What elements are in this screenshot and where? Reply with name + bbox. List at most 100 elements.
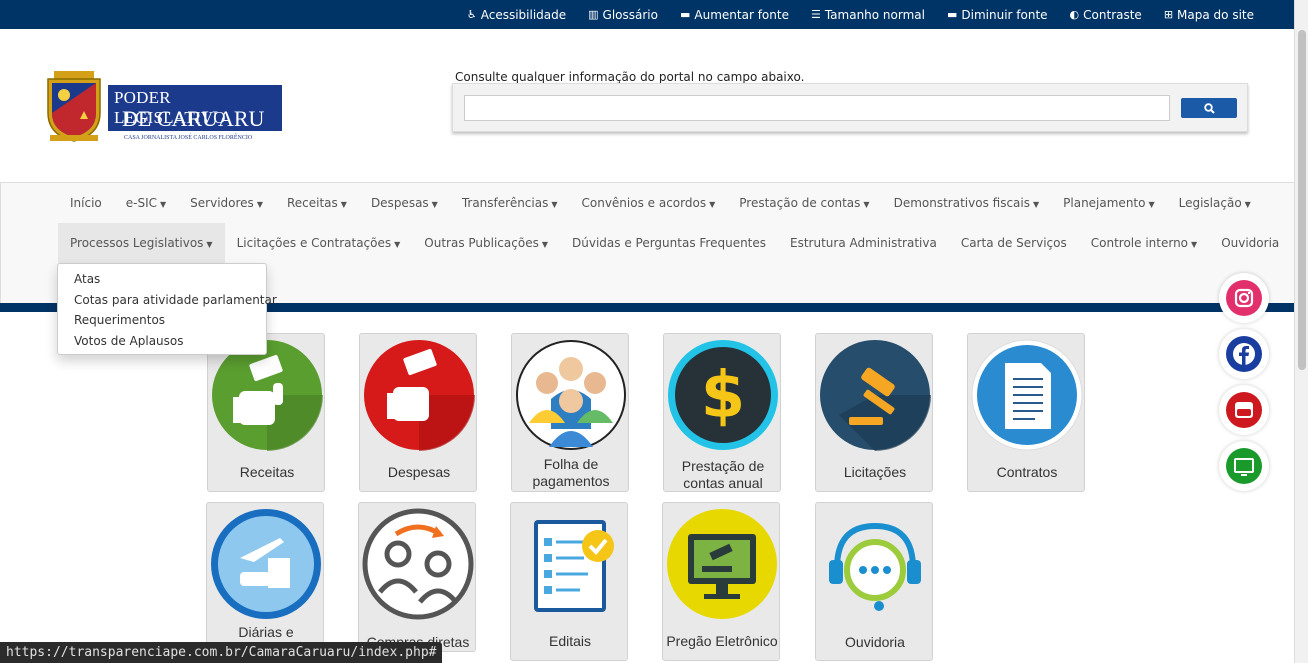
nav-item-transferencias[interactable]: Transferências ▼ (450, 183, 570, 223)
nav-item-label: Legislação (1178, 196, 1242, 210)
nav-item-legislacao[interactable]: Legislação ▼ (1167, 183, 1263, 223)
nav-item-label: Transferências (461, 196, 549, 210)
nav-item-inicio[interactable]: Início (58, 183, 114, 223)
card-label-diarias: Diárias e (238, 624, 294, 640)
nav-item-label: Receitas (286, 196, 338, 210)
facebook-button[interactable] (1219, 329, 1269, 379)
card-receitas[interactable]: Receitas (207, 333, 325, 492)
youtube-glyph (1235, 402, 1253, 418)
nav-item-duvidas-e-perguntas-frequentes[interactable]: Dúvidas e Perguntas Frequentes (560, 223, 778, 263)
nav-item-despesas[interactable]: Despesas ▼ (359, 183, 450, 223)
caret-down-icon: ▼ (1191, 240, 1198, 249)
tv-icon (1226, 448, 1262, 484)
search-icon (1203, 103, 1215, 114)
nav-item-carta-de-servicos[interactable]: Carta de Serviços (949, 223, 1079, 263)
processos-legislativos-dropdown: Atas Cotas para atividade parlamentar Re… (57, 263, 277, 355)
caret-down-icon: ▼ (1148, 200, 1155, 209)
card-ouvidoria[interactable]: Ouvidoria (815, 502, 933, 661)
nav-item-receitas[interactable]: Receitas ▼ (275, 183, 359, 223)
nav-item-planejamento[interactable]: Planejamento ▼ (1051, 183, 1166, 223)
normal-size-link[interactable]: ☰ Tamanho normal (811, 8, 925, 22)
nav-item-estrutura-administrativa[interactable]: Estrutura Administrativa (778, 223, 949, 263)
nav-item-servidores[interactable]: Servidores ▼ (178, 183, 275, 223)
nav-item-label: Despesas (370, 196, 429, 210)
card-diarias[interactable]: Diárias e (206, 502, 324, 652)
search-hint: Consulte qualquer informação do portal n… (455, 70, 805, 84)
card-label-ouvidoria: Ouvidoria (845, 634, 905, 650)
top-utility-links: ♿ Acessibilidade ▥ Glossário ▬ Aumentar fon… (467, 0, 1254, 29)
sitemap-link[interactable]: ⊞ Mapa do site (1164, 8, 1254, 22)
decrease-font-label: Diminuir fonte (961, 7, 1048, 22)
card-label-receitas: Receitas (239, 464, 295, 480)
increase-font-link[interactable]: ▬ Aumentar fonte (680, 8, 789, 22)
nav-item-label: Convênios e acordos (581, 196, 707, 210)
top-utility-bar: ♿ Acessibilidade ▥ Glossário ▬ Aumentar fon… (0, 0, 1294, 29)
nav-item-processos-legislativos[interactable]: Processos Legislativos ▼ (58, 223, 225, 263)
caret-down-icon: ▼ (863, 200, 870, 209)
accessibility-label: Acessibilidade (480, 7, 567, 22)
nav-item-convenios-e-acordos[interactable]: Convênios e acordos ▼ (570, 183, 728, 223)
card-folha-de-pagamentos[interactable]: Folha de pagamentos (511, 333, 629, 492)
nav-item-label: Outras Publicações (424, 236, 539, 250)
dropdown-item-atas[interactable]: Atas (58, 269, 266, 290)
card-editais[interactable]: Editais (510, 502, 628, 661)
card-despesas[interactable]: Despesas (359, 333, 477, 492)
card-label-prestacao: Prestação de contas anual (664, 458, 782, 492)
card-label-folha-text: Folha de pagamentos (532, 456, 610, 489)
card-pregao-eletronico[interactable]: Pregão Eletrônico (662, 502, 780, 661)
nav-item-label: Estrutura Administrativa (790, 236, 937, 250)
search-input[interactable] (464, 95, 1170, 121)
normal-size-label: Tamanho normal (824, 7, 925, 22)
nav-item-demonstrativos-fiscais[interactable]: Demonstrativos fiscais ▼ (882, 183, 1052, 223)
font-decrease-icon: ▬ (946, 8, 958, 21)
nav-item-prestacao-de-contas[interactable]: Prestação de contas ▼ (727, 183, 881, 223)
card-contratos[interactable]: Contratos (967, 333, 1085, 492)
card-prestacao-de-contas-anual[interactable]: $ Prestação de contas anual (663, 333, 781, 492)
dropdown-item-cotas[interactable]: Cotas para atividade parlamentar (58, 290, 277, 311)
book-icon: ▥ (588, 8, 599, 21)
gavel-icon (820, 340, 931, 451)
card-label-despesas: Despesas (387, 464, 451, 480)
facebook-icon (1226, 336, 1262, 372)
instagram-icon (1226, 280, 1262, 316)
nav-item-outras-publicacoes[interactable]: Outras Publicações ▼ (412, 223, 560, 263)
checklist-icon (534, 520, 614, 612)
site-logo[interactable]: PODER LEGISLATIVO DE CARUARU CASA JORNAL… (44, 69, 284, 149)
card-compras-diretas[interactable]: Compras diretas (358, 502, 476, 652)
nav-item-ouvidoria[interactable]: Ouvidoria (1209, 223, 1291, 263)
search-panel (452, 83, 1248, 132)
auction-monitor-icon (667, 509, 777, 619)
sitemap-icon: ⊞ (1163, 8, 1174, 21)
money-hand-green-icon (212, 340, 323, 451)
contrast-label: Contraste (1083, 7, 1142, 22)
nav-item-label: Controle interno (1090, 236, 1189, 250)
dropdown-item-requerimentos[interactable]: Requerimentos (58, 310, 266, 331)
caret-down-icon: ▼ (541, 240, 548, 249)
sitemap-label: Mapa do site (1177, 7, 1254, 22)
logo-subtitle: CASA JORNALISTA JOSÉ CARLOS FLORÊNCIO (124, 135, 253, 141)
glossary-link[interactable]: ▥ Glossário (588, 8, 658, 22)
decrease-font-link[interactable]: ▬ Diminuir fonte (947, 8, 1048, 22)
card-label-licitacoes: Licitações (843, 464, 907, 480)
instagram-button[interactable] (1219, 273, 1269, 323)
card-label-contratos: Contratos (996, 464, 1058, 480)
dropdown-item-votos-de-aplausos[interactable]: Votos de Aplausos (58, 331, 266, 352)
nav-item-licitacoes-e-contratacoes[interactable]: Licitações e Contratações ▼ (225, 223, 413, 263)
card-licitacoes[interactable]: Licitações (815, 333, 933, 492)
accessibility-icon: ♿ (466, 8, 477, 21)
tv-button[interactable] (1219, 441, 1269, 491)
youtube-button[interactable] (1219, 385, 1269, 435)
search-button[interactable] (1181, 98, 1237, 118)
nav-item-label: Demonstrativos fiscais (893, 196, 1030, 210)
page-scrollbar[interactable] (1294, 0, 1308, 663)
nav-item-controle-interno[interactable]: Controle interno ▼ (1079, 223, 1209, 263)
contrast-link[interactable]: ◐ Contraste (1070, 8, 1142, 22)
nav-item-e-sic[interactable]: e-SIC ▼ (114, 183, 178, 223)
scrollbar-thumb[interactable] (1298, 30, 1306, 370)
youtube-icon (1226, 392, 1262, 428)
dollar-sign-icon: $ (668, 340, 778, 450)
card-label-folha: Folha de pagamentos (512, 456, 630, 490)
caret-down-icon: ▼ (206, 240, 213, 249)
facebook-glyph (1233, 343, 1255, 365)
accessibility-link[interactable]: ♿ Acessibilidade (467, 8, 566, 22)
